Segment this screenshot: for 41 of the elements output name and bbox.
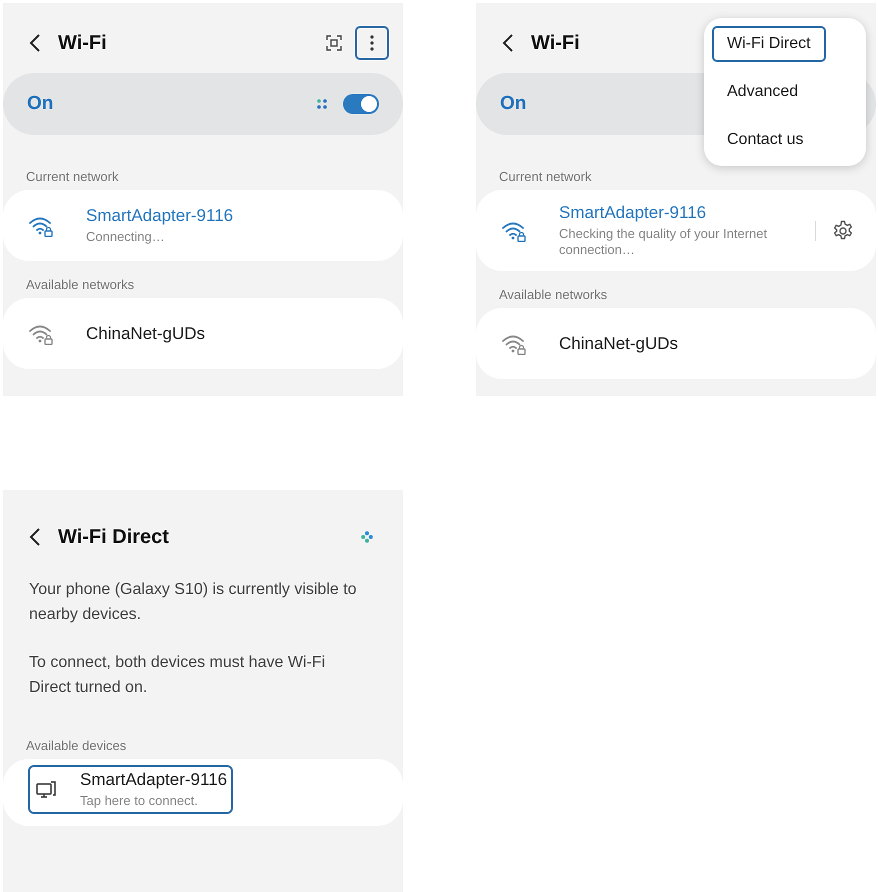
toggle-switch[interactable] bbox=[343, 94, 379, 114]
network-status: Connecting… bbox=[86, 229, 166, 245]
back-icon[interactable] bbox=[501, 33, 515, 53]
section-header: Current network bbox=[499, 169, 592, 184]
wifi-lock-icon bbox=[28, 322, 54, 344]
network-item[interactable]: ChinaNet-gUDs bbox=[3, 306, 403, 361]
switch-label: On bbox=[27, 93, 54, 115]
screen-title: Wi-Fi bbox=[58, 32, 107, 54]
device-status: Tap here to connect. bbox=[80, 793, 199, 809]
back-icon[interactable] bbox=[28, 33, 42, 53]
back-icon[interactable] bbox=[28, 527, 42, 547]
network-item[interactable]: SmartAdapter-9116 Checking the quality of your Internet connection… bbox=[476, 198, 876, 263]
section-header: Available devices bbox=[26, 738, 128, 753]
section-header: Available networks bbox=[499, 287, 608, 302]
network-name: SmartAdapter-9116 bbox=[559, 203, 708, 223]
menu-item[interactable]: Wi-Fi Direct bbox=[712, 26, 826, 62]
section-header: Available networks bbox=[26, 277, 136, 292]
more-icon bbox=[370, 35, 374, 51]
network-name: ChinaNet-gUDs bbox=[86, 324, 206, 344]
network-name: ChinaNet-gUDs bbox=[559, 334, 680, 354]
menu-item[interactable]: Advanced bbox=[712, 74, 814, 110]
wifi-lock-icon bbox=[501, 220, 527, 242]
network-name: SmartAdapter-9116 bbox=[86, 206, 234, 226]
section-header: Current network bbox=[26, 169, 120, 184]
switch-label: On bbox=[500, 93, 528, 115]
device-item[interactable]: SmartAdapter-9116 Tap here to connect. bbox=[28, 765, 234, 814]
device-name: SmartAdapter-9116 bbox=[80, 770, 228, 790]
network-item[interactable]: ChinaNet-gUDs bbox=[476, 316, 876, 371]
settings-icon[interactable] bbox=[832, 220, 854, 242]
wifi-lock-icon bbox=[28, 214, 54, 236]
screen-title: Wi-Fi bbox=[531, 32, 580, 54]
scan-icon bbox=[326, 35, 342, 51]
network-status: Checking the quality of your Internet connection… bbox=[559, 226, 768, 258]
more-options-button[interactable] bbox=[355, 26, 389, 60]
description-text: Your phone (Galaxy S10) is currently visible to nearby devices. bbox=[29, 580, 358, 625]
description-text: To connect, both devices must have Wi-Fi Direct turned on. bbox=[29, 653, 326, 698]
wifi-lock-icon bbox=[501, 332, 527, 354]
screen-title: Wi-Fi Direct bbox=[58, 526, 169, 548]
wifi-switch-bar[interactable]: On bbox=[3, 73, 403, 135]
network-item[interactable]: SmartAdapter-9116 Connecting… bbox=[3, 198, 403, 253]
monitor-icon bbox=[36, 780, 56, 798]
